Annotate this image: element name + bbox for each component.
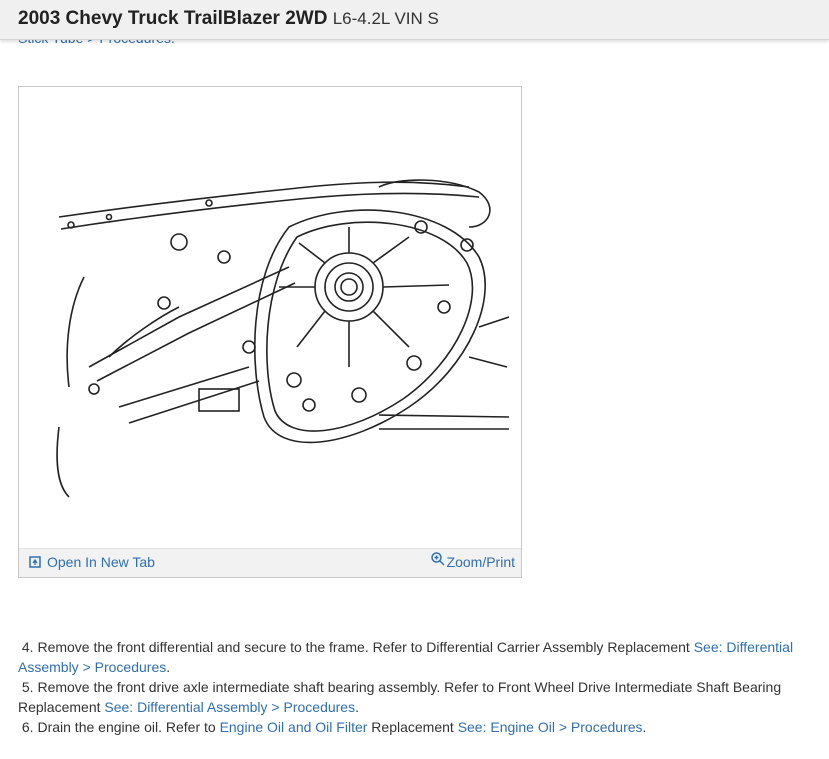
magnifier-plus-icon [430,552,445,566]
zoom-print-button[interactable]: Zoom/Print [430,552,515,570]
zoom-print-label: Zoom/Print [446,554,515,570]
engine-oil-filter-link[interactable]: Engine Oil and Oil Filter [220,719,368,735]
procedure-steps: 4. Remove the front differential and sec… [18,637,808,737]
oil-pan-diagram [56,179,509,498]
page-header: 2003 Chevy Truck TrailBlazer 2WD L6-4.2L… [0,0,829,40]
procedure-figure: Open In New Tab Zoom/Print [18,86,522,578]
engine-subtitle: L6-4.2L VIN S [332,9,439,28]
step-6-link[interactable]: See: Engine Oil > Procedures [458,719,643,735]
open-new-tab-button[interactable]: Open In New Tab [29,554,155,570]
step-4: 4. Remove the front differential and sec… [18,639,794,675]
figure-toolbar: Open In New Tab Zoom/Print [19,548,521,577]
step-5-link[interactable]: See: Differential Assembly > Procedures [104,699,355,715]
page-title: 2003 Chevy Truck TrailBlazer 2WD L6-4.2L… [18,8,439,30]
open-new-tab-label: Open In New Tab [47,554,155,570]
vehicle-title: 2003 Chevy Truck TrailBlazer 2WD [18,8,328,29]
open-new-tab-icon [29,556,41,568]
step-6: 6. Drain the engine oil. Refer to Engine… [21,719,647,735]
step-5: 5. Remove the front drive axle intermedi… [18,679,782,715]
